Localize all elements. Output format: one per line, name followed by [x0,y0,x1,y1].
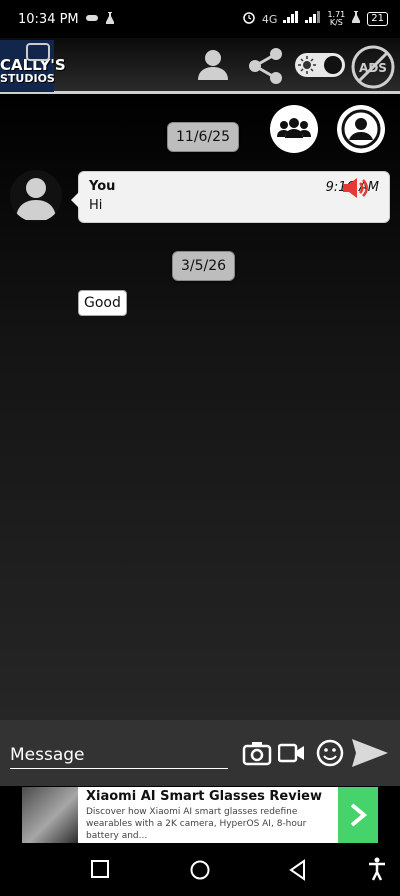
status-time: 10:34 PM [18,11,79,27]
ad-title: Xiaomi AI Smart Glasses Review [86,789,323,804]
message-input-bar [0,720,400,786]
logo-line2: STUDIOS [0,72,55,85]
ad-body: Discover how Xiaomi AI smart glasses red… [86,807,307,841]
reply-bubble[interactable]: Good [78,290,127,316]
theme-toggle-icon[interactable] [294,52,346,82]
ad-banner[interactable]: Xiaomi AI Smart Glasses Review Discover … [22,787,378,843]
account-button[interactable] [337,105,385,153]
network-type: 4G [261,12,278,26]
share-icon[interactable] [246,46,286,90]
back-icon[interactable] [288,859,308,885]
logo-camera-icon [26,43,50,61]
no-ads-icon[interactable]: ADS [350,44,396,94]
date-chip: 3/5/26 [172,251,236,281]
camera-icon[interactable] [242,738,272,772]
message-input[interactable] [10,742,228,769]
group-icon [270,118,318,157]
date-chip: 11/6/25 [167,122,239,152]
gamepad-icon [85,13,99,26]
status-bar: 10:34 PM 4G 1.71 K/S 21 [0,0,400,38]
status-left: 10:34 PM [18,11,115,27]
chat-area[interactable]: 11/6/25 You Hi 9:16 AM 3/5/26 Good [0,94,400,720]
speaker-icon[interactable] [341,176,371,204]
ad-cta-button[interactable] [338,787,378,843]
signal-icon-2 [305,11,321,27]
alarm-icon [242,10,256,28]
avatar[interactable] [10,170,62,222]
message-bubble[interactable]: You Hi 9:16 AM [71,171,390,223]
account-icon [337,109,385,157]
flask-icon-2 [351,11,361,27]
accessibility-icon[interactable] [367,857,387,885]
signal-icon [283,11,299,27]
battery-indicator: 21 [367,12,388,26]
video-icon[interactable] [277,740,306,770]
ad-image [22,787,78,843]
person-icon[interactable] [194,46,232,88]
group-button[interactable] [270,105,318,153]
recents-icon[interactable] [90,859,110,883]
app-logo: CALLY'S STUDIOS [0,40,66,92]
message-text: Hi [89,198,103,213]
status-right: 4G 1.71 K/S 21 [242,10,388,28]
navigation-bar [0,843,400,896]
chevron-right-icon [338,803,378,843]
flask-icon [105,11,115,27]
network-speed-unit: K/S [329,18,343,27]
emoji-icon[interactable] [316,738,344,772]
app-bar: CALLY'S STUDIOS ADS [0,38,400,94]
network-speed: 1.71 K/S [327,11,345,27]
home-icon[interactable] [189,859,211,885]
send-icon[interactable] [350,736,390,774]
